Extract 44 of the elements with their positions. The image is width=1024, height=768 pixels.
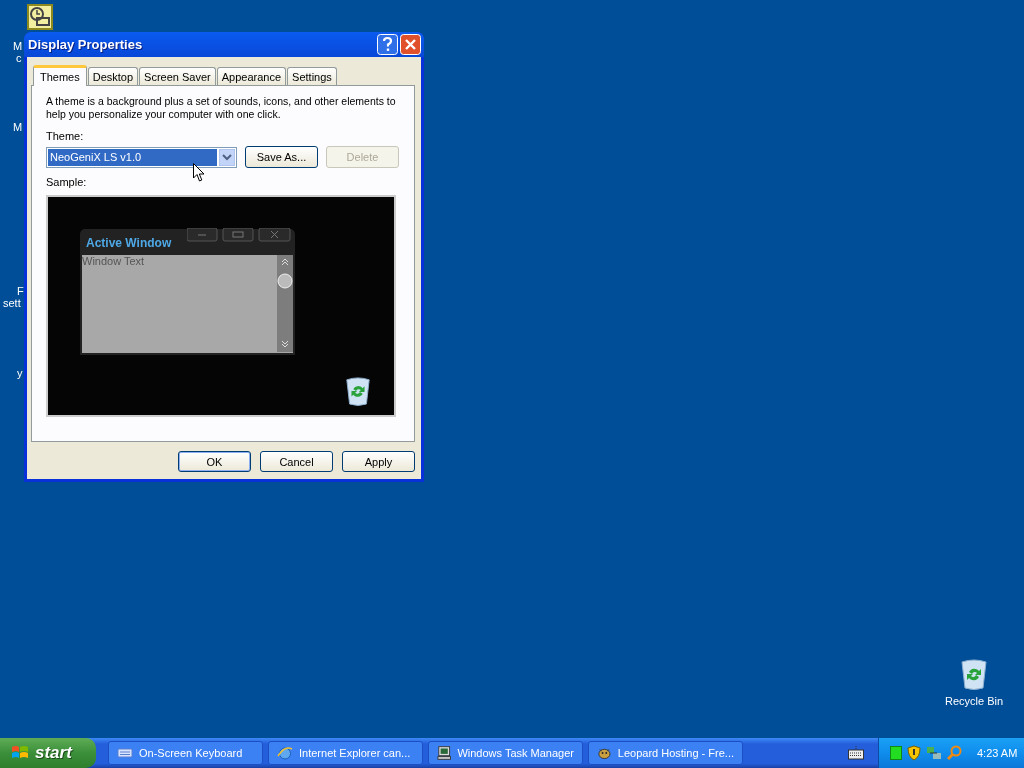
desktop-icon-label[interactable]: Recycle Bin	[944, 695, 1004, 707]
dialog-button[interactable]: Cancel	[260, 451, 333, 472]
sample-label: Sample:	[46, 176, 88, 188]
network-icon[interactable]	[926, 745, 942, 761]
tab[interactable]: Screen Saver	[139, 67, 216, 85]
dialog-button[interactable]: Apply	[342, 451, 415, 472]
desktop-icon-label: sett	[3, 297, 21, 309]
shield-icon[interactable]	[907, 745, 921, 761]
close-icon[interactable]	[400, 34, 421, 55]
taskbar-button[interactable]: On-Screen Keyboard	[108, 741, 263, 765]
desktop-icon-label: y	[17, 367, 23, 379]
start-button[interactable]: start	[0, 738, 96, 768]
theme-dropdown[interactable]: NeoGeniX LS v1.0	[46, 146, 237, 168]
dropdown-arrow-icon[interactable]	[219, 148, 235, 166]
desktop-icon-label: M	[13, 40, 23, 52]
globe-e-icon	[277, 745, 293, 761]
theme-label: Theme:	[46, 130, 85, 142]
window-title: Display Properties	[28, 37, 143, 52]
clock-icon[interactable]	[27, 4, 53, 30]
tab[interactable]: Appearance	[216, 67, 287, 85]
taskbar-button[interactable]: Windows Task Manager	[428, 741, 583, 765]
tab[interactable]: Desktop	[87, 67, 139, 85]
keyboard-icon	[117, 745, 133, 761]
tab[interactable]: Themes	[33, 65, 87, 86]
recycle-bin-icon	[344, 376, 372, 406]
mouse-pointer-icon	[193, 163, 205, 182]
theme-button[interactable]: Save As...	[245, 146, 318, 168]
keyboard-icon[interactable]	[848, 746, 864, 760]
scrollbar-icon	[277, 255, 293, 352]
recycle-bin-icon[interactable]	[959, 658, 989, 690]
taskbar-button[interactable]: Leopard Hosting - Fre...	[588, 741, 743, 765]
description-text: A theme is a background plus a set of sounds, icons, and other elements to help you personalize your computer with one click.	[46, 95, 397, 121]
computer-icon	[437, 745, 452, 761]
desktop-icon-label: c	[16, 52, 22, 64]
desktop-icon-label: F	[17, 285, 24, 297]
dialog-button[interactable]: OK	[178, 451, 251, 472]
preview-window-title: Active Window	[86, 236, 172, 250]
help-icon[interactable]	[377, 34, 398, 55]
taskbar-button[interactable]: Internet Explorer can...	[268, 741, 423, 765]
desktop-icon-label: M	[13, 121, 23, 133]
tab[interactable]: Settings	[287, 67, 337, 85]
clock: 4:23 AM	[977, 747, 1018, 759]
status-indicator-icon[interactable]	[890, 746, 902, 760]
preview-window-text: Window Text	[82, 255, 145, 269]
